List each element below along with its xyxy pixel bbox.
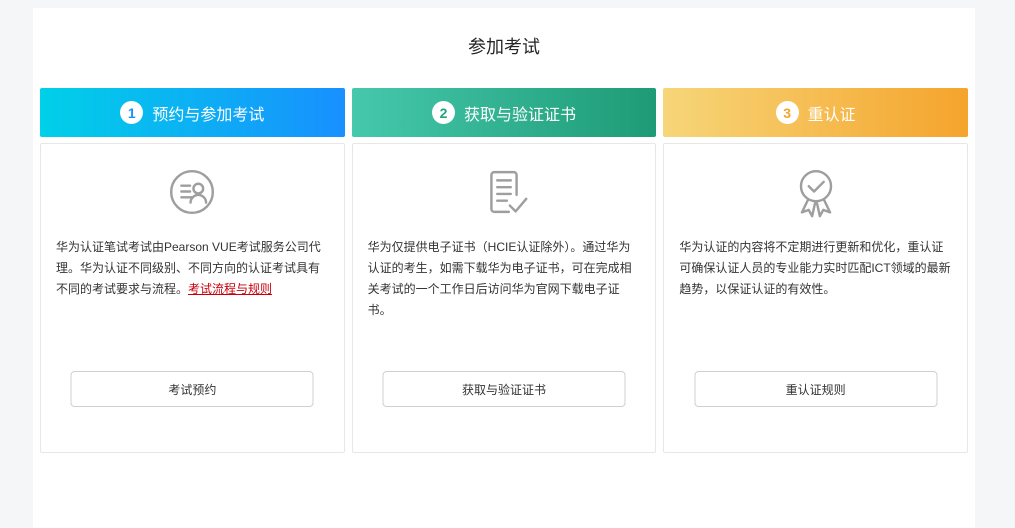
step-header-label: 重认证 (807, 106, 856, 124)
step-column-certificate: 2 获取与验证证书 华为仅提供电子证书（HCIE认证除外）。通过华为认证的考生，… (351, 88, 657, 453)
card-description: 华为认证笔试考试由Pearson VUE考试服务公司代理。华为认证不同级别、不同… (41, 237, 344, 300)
step-header-recertification: 3 重认证 (663, 88, 969, 137)
step-column-recertification: 3 重认证 华为认证的内容将不定期进行更新和优化，重认证可确保认证人员的专业能力… (663, 88, 969, 453)
steps-row: 1 预约与参加考试 华为认证笔试考试由Pearson VUE考试服务公司代理。华… (33, 88, 975, 453)
step-number-badge: 2 (432, 101, 455, 124)
step-card-booking: 华为认证笔试考试由Pearson VUE考试服务公司代理。华为认证不同级别、不同… (40, 143, 345, 453)
content-panel: 参加考试 1 预约与参加考试 华为认证笔试考试由Pearson VUE考试服务公… (33, 8, 975, 528)
step-number-badge: 3 (775, 101, 799, 124)
exam-booking-button[interactable]: 考试预约 (70, 371, 314, 407)
step-number-badge: 1 (120, 101, 144, 124)
step-header-certificate: 2 获取与验证证书 (351, 88, 657, 137)
step-header-booking: 1 预约与参加考试 (40, 88, 345, 137)
step-header-label: 预约与参加考试 (152, 106, 265, 124)
exam-process-rules-link[interactable]: 考试流程与规则 (188, 282, 272, 296)
card-description-text: 华为认证的内容将不定期进行更新和优化，重认证可确保认证人员的专业能力实时匹配IC… (679, 240, 951, 296)
card-description-text: 华为仅提供电子证书（HCIE认证除外）。通过华为认证的考生，如需下载华为电子证书… (367, 240, 632, 317)
card-description: 华为认证的内容将不定期进行更新和优化，重认证可确保认证人员的专业能力实时匹配IC… (664, 237, 967, 300)
page-title: 参加考试 (468, 37, 540, 57)
recertification-rules-button[interactable]: 重认证规则 (694, 371, 938, 407)
step-card-recertification: 华为认证的内容将不定期进行更新和优化，重认证可确保认证人员的专业能力实时匹配IC… (663, 143, 969, 453)
card-description: 华为仅提供电子证书（HCIE认证除外）。通过华为认证的考生，如需下载华为电子证书… (353, 237, 656, 321)
step-header-label: 获取与验证证书 (464, 106, 577, 124)
registration-profile-icon (41, 160, 344, 224)
step-card-certificate: 华为仅提供电子证书（HCIE认证除外）。通过华为认证的考生，如需下载华为电子证书… (351, 143, 657, 453)
certificate-document-icon (353, 160, 656, 224)
get-verify-certificate-button[interactable]: 获取与验证证书 (382, 371, 626, 407)
step-column-booking: 1 预约与参加考试 华为认证笔试考试由Pearson VUE考试服务公司代理。华… (40, 88, 345, 453)
medal-check-icon (664, 160, 967, 224)
